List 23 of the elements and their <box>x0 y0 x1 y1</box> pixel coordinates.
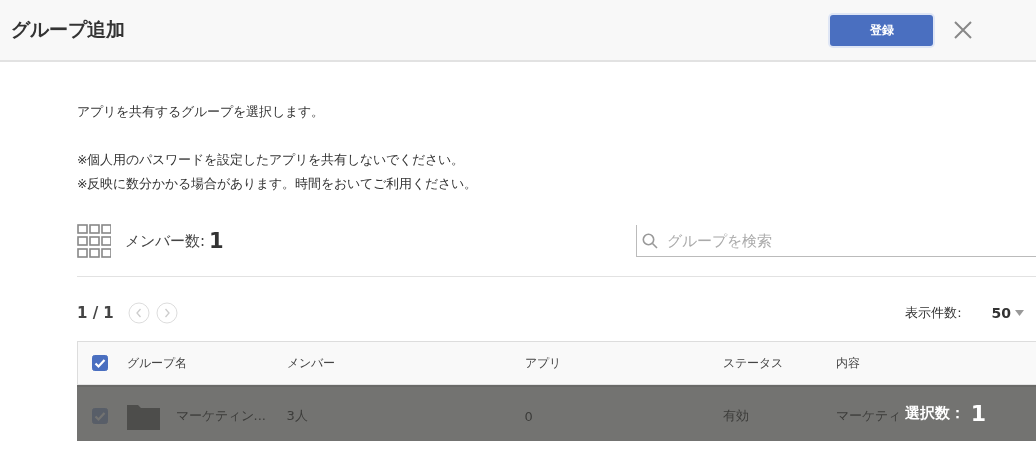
search-field[interactable]: グループを検索 <box>636 225 1036 257</box>
close-icon[interactable] <box>953 20 973 40</box>
column-header: 内容 <box>834 341 1036 386</box>
description-text: ※個人用のパスワードを設定したアプリを共有しないでください。 <box>77 151 466 169</box>
page-indicator: 1 / 1 <box>77 304 114 322</box>
column-header: アプリ <box>523 341 722 386</box>
page-size-select[interactable]: 50 <box>991 305 1011 321</box>
checkbox[interactable] <box>92 355 108 371</box>
column-header: ステータス <box>721 341 835 386</box>
register-button[interactable]: 登録 <box>830 14 933 46</box>
description-text: アプリを共有するグループを選択します。 <box>77 103 325 121</box>
caret-icon[interactable] <box>1015 310 1024 316</box>
search-icon <box>642 233 658 249</box>
description-text: ※反映に数分かかる場合があります。時間をおいてご利用ください。 <box>77 175 479 193</box>
page-size-label: 表示件数: <box>905 304 962 322</box>
column-header: グループ名 <box>125 341 286 386</box>
member-count-label: メンバー数: <box>125 231 206 251</box>
folder-icon <box>126 402 160 430</box>
member-count: 1 <box>209 229 224 253</box>
dialog-title: グループ追加 <box>11 17 126 42</box>
selection-count: 1 <box>970 400 986 426</box>
grid-icon <box>77 224 111 258</box>
column-header: メンバー <box>285 341 524 386</box>
